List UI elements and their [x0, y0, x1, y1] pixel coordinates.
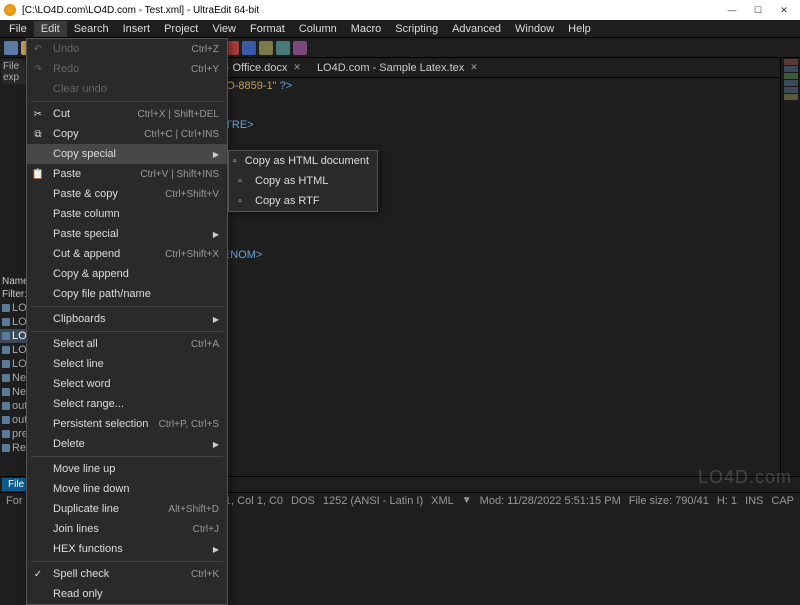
menu-edit[interactable]: Edit	[34, 21, 67, 37]
menu-item-select-all[interactable]: Select allCtrl+A	[27, 334, 227, 354]
menu-item-select-line[interactable]: Select line	[27, 354, 227, 374]
menu-item-cut-append[interactable]: Cut & appendCtrl+Shift+X	[27, 244, 227, 264]
menu-item-move-line-up[interactable]: Move line up	[27, 459, 227, 479]
menu-insert[interactable]: Insert	[116, 21, 158, 37]
menu-advanced[interactable]: Advanced	[445, 21, 508, 37]
menu-item-select-word[interactable]: Select word	[27, 374, 227, 394]
tool1-icon[interactable]	[276, 41, 290, 55]
title-bar: [C:\LO4D.com\LO4D.com - Test.xml] - Ultr…	[0, 0, 800, 20]
status-ins[interactable]: INS	[745, 495, 763, 507]
menu-item-paste-special[interactable]: Paste special▶	[27, 224, 227, 244]
menu-format[interactable]: Format	[243, 21, 292, 37]
editor-tab[interactable]: LO4D.com - Sample Latex.tex✕	[309, 59, 486, 77]
app-logo-icon	[4, 4, 16, 16]
menu-item-paste[interactable]: 📋PasteCtrl+V | Shift+INS	[27, 164, 227, 184]
submenu-item-copy-as-html-document[interactable]: ▫Copy as HTML document	[229, 151, 377, 171]
sort-icon[interactable]	[259, 41, 273, 55]
file-explorer-tab[interactable]: File exp	[2, 60, 27, 84]
menu-item-copy-special[interactable]: Copy special▶	[27, 144, 227, 164]
menu-scripting[interactable]: Scripting	[388, 21, 445, 37]
menu-item-duplicate-line[interactable]: Duplicate lineAlt+Shift+D	[27, 499, 227, 519]
file-row[interactable]: Reu	[0, 441, 28, 455]
edit-menu: ↶UndoCtrl+Z↷RedoCtrl+YClear undo ✂CutCtrl…	[26, 38, 228, 605]
menu-item-cut[interactable]: ✂CutCtrl+X | Shift+DEL	[27, 104, 227, 124]
minimize-button[interactable]: —	[720, 2, 744, 18]
menu-item-undo: ↶UndoCtrl+Z	[27, 39, 227, 59]
file-row[interactable]: outp	[0, 399, 28, 413]
menu-item-hex-functions[interactable]: HEX functions▶	[27, 539, 227, 559]
menu-item-join-lines[interactable]: Join linesCtrl+J	[27, 519, 227, 539]
minimap-panel	[780, 58, 800, 476]
help-icon[interactable]	[242, 41, 256, 55]
menu-view[interactable]: View	[205, 21, 243, 37]
menu-item-select-range-[interactable]: Select range...	[27, 394, 227, 414]
file-panel-header: Name	[0, 275, 28, 288]
status-eol[interactable]: DOS	[291, 495, 315, 507]
menu-item-paste-column[interactable]: Paste column	[27, 204, 227, 224]
menu-help[interactable]: Help	[561, 21, 598, 37]
menu-project[interactable]: Project	[157, 21, 205, 37]
file-row[interactable]: LO4	[0, 357, 28, 371]
file-row[interactable]: outp	[0, 413, 28, 427]
menu-item-copy-append[interactable]: Copy & append	[27, 264, 227, 284]
file-row[interactable]: LO4	[0, 315, 28, 329]
menu-item-redo: ↷RedoCtrl+Y	[27, 59, 227, 79]
file-row[interactable]: pref	[0, 427, 28, 441]
menu-item-move-line-down[interactable]: Move line down	[27, 479, 227, 499]
menu-item-paste-copy[interactable]: Paste & copyCtrl+Shift+V	[27, 184, 227, 204]
file-list-panel: NameFilter:LO4LO4LO4LO4LO4NetNevoutpoutp…	[0, 275, 28, 465]
watermark: LO4D.com	[698, 467, 792, 488]
status-size: File size: 790/41	[629, 495, 709, 507]
menu-window[interactable]: Window	[508, 21, 561, 37]
new-icon[interactable]	[4, 41, 18, 55]
close-tab-icon[interactable]: ✕	[470, 62, 478, 73]
menu-item-clear-undo: Clear undo	[27, 79, 227, 99]
filter-label: Filter:	[0, 288, 28, 301]
file-row[interactable]: LO4	[0, 329, 28, 343]
status-modified: Mod: 11/28/2022 5:51:15 PM	[480, 495, 621, 507]
menu-item-copy[interactable]: ⧉CopyCtrl+C | Ctrl+INS	[27, 124, 227, 144]
file-row[interactable]: Net	[0, 371, 28, 385]
submenu-item-copy-as-html[interactable]: ▫Copy as HTML	[229, 171, 377, 191]
maximize-button[interactable]: ☐	[746, 2, 770, 18]
menu-item-delete[interactable]: Delete▶	[27, 434, 227, 454]
menu-item-read-only[interactable]: Read only	[27, 584, 227, 604]
menu-file[interactable]: File	[2, 21, 34, 37]
tool2-icon[interactable]	[293, 41, 307, 55]
file-row[interactable]: LO4	[0, 343, 28, 357]
close-tab-icon[interactable]: ✕	[293, 62, 301, 73]
menu-item-spell-check[interactable]: ✓Spell checkCtrl+K	[27, 564, 227, 584]
status-encoding[interactable]: 1252 (ANSI - Latin I)	[323, 495, 423, 507]
file-row[interactable]: Nev	[0, 385, 28, 399]
menu-item-persistent-selection[interactable]: Persistent selectionCtrl+P, Ctrl+S	[27, 414, 227, 434]
menu-search[interactable]: Search	[67, 21, 116, 37]
menu-column[interactable]: Column	[292, 21, 344, 37]
status-hi: H: 1	[717, 495, 737, 507]
menu-item-clipboards[interactable]: Clipboards▶	[27, 309, 227, 329]
submenu-item-copy-as-rtf[interactable]: ▫Copy as RTF	[229, 191, 377, 211]
menu-item-copy-file-path-name[interactable]: Copy file path/name	[27, 284, 227, 304]
status-language[interactable]: XML	[431, 495, 454, 507]
close-button[interactable]: ✕	[772, 2, 796, 18]
status-cap: CAP	[771, 495, 794, 507]
copy-special-submenu: ▫Copy as HTML document▫Copy as HTML▫Copy…	[228, 150, 378, 212]
file-row[interactable]: LO4	[0, 301, 28, 315]
menu-bar: FileEditSearchInsertProjectViewFormatCol…	[0, 20, 800, 38]
window-title: [C:\LO4D.com\LO4D.com - Test.xml] - Ultr…	[22, 5, 720, 16]
menu-macro[interactable]: Macro	[344, 21, 389, 37]
